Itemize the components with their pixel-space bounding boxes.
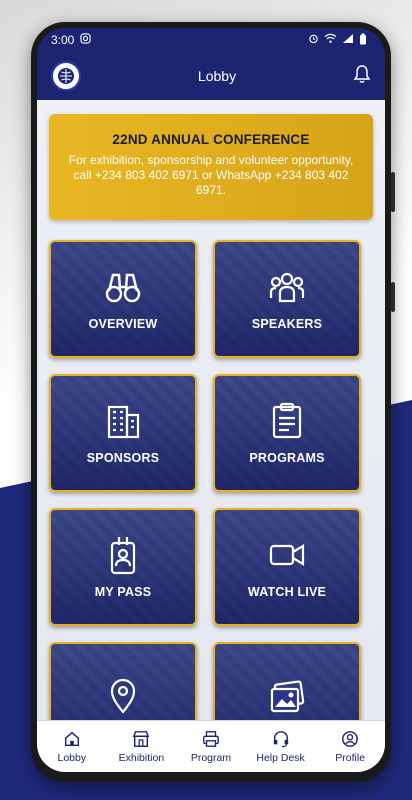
app-screen: 3:00 Lobby 22ND ANNUAL CONFERENCE For ex… [37,28,385,772]
building-icon [107,405,140,439]
home-icon [64,731,79,746]
nav-label: Profile [335,751,366,764]
lobby-content[interactable]: 22ND ANNUAL CONFERENCE For exhibition, s… [37,100,385,720]
tile-speakers[interactable]: SPEAKERS [213,240,361,358]
storefront-icon [133,730,150,747]
nav-profile[interactable]: Profile [318,730,382,764]
headset-icon [273,730,288,747]
instagram-icon [80,33,91,47]
alarm-icon [308,33,319,47]
volume-button [391,172,395,212]
people-group-icon [269,272,305,303]
nav-exhibition[interactable]: Exhibition [109,730,173,764]
tile-label: PROGRAMS [249,451,325,465]
lobby-tiles-grid: OVERVIEW SPEAKERS SPONSORS PROGRAMS MY P… [37,220,385,720]
binoculars-icon [105,273,141,303]
power-button [391,282,395,312]
app-bar: Lobby [37,52,385,100]
image-gallery-icon [270,680,305,713]
conference-banner[interactable]: 22ND ANNUAL CONFERENCE For exhibition, s… [49,114,373,220]
tile-my-pass[interactable]: MY PASS [49,508,197,626]
tile-label: SPONSORS [86,451,160,465]
wifi-icon [324,33,337,47]
nav-label: Lobby [57,751,87,764]
nav-label: Program [190,751,232,764]
tile-label: MY PASS [94,585,152,599]
nav-label: Help Desk [256,751,305,764]
nav-help-desk[interactable]: Help Desk [249,730,313,764]
status-bar: 3:00 [37,28,385,52]
phone-frame: 3:00 Lobby 22ND ANNUAL CONFERENCE For ex… [31,22,395,782]
page-title: Lobby [197,68,237,84]
tile-label: WATCH LIVE [247,585,327,599]
nav-label: Exhibition [118,751,165,764]
location-pin-icon [110,678,136,714]
tile-gallery[interactable] [213,642,361,720]
status-time: 3:00 [51,33,75,47]
user-circle-icon [342,730,359,747]
tile-sponsors[interactable]: SPONSORS [49,374,197,492]
id-badge-icon [110,537,136,575]
tile-label: SPEAKERS [251,317,323,331]
banner-title: 22ND ANNUAL CONFERENCE [112,132,310,147]
nav-lobby[interactable]: Lobby [40,730,104,764]
tile-venue[interactable] [49,642,197,720]
bottom-navigation: Lobby Exhibition Program Help Desk Profi… [37,720,385,772]
battery-icon [359,33,367,48]
organization-logo-icon[interactable] [51,61,81,91]
printer-icon [203,730,219,747]
tile-label: OVERVIEW [88,317,158,331]
clipboard-list-icon [272,402,302,439]
bell-icon[interactable] [353,64,371,89]
tile-watch-live[interactable]: WATCH LIVE [213,508,361,626]
video-camera-icon [269,544,305,566]
signal-icon [342,33,354,47]
tile-programs[interactable]: PROGRAMS [213,374,361,492]
tile-overview[interactable]: OVERVIEW [49,240,197,358]
banner-body: For exhibition, sponsorship and voluntee… [68,153,354,197]
nav-program[interactable]: Program [179,730,243,764]
